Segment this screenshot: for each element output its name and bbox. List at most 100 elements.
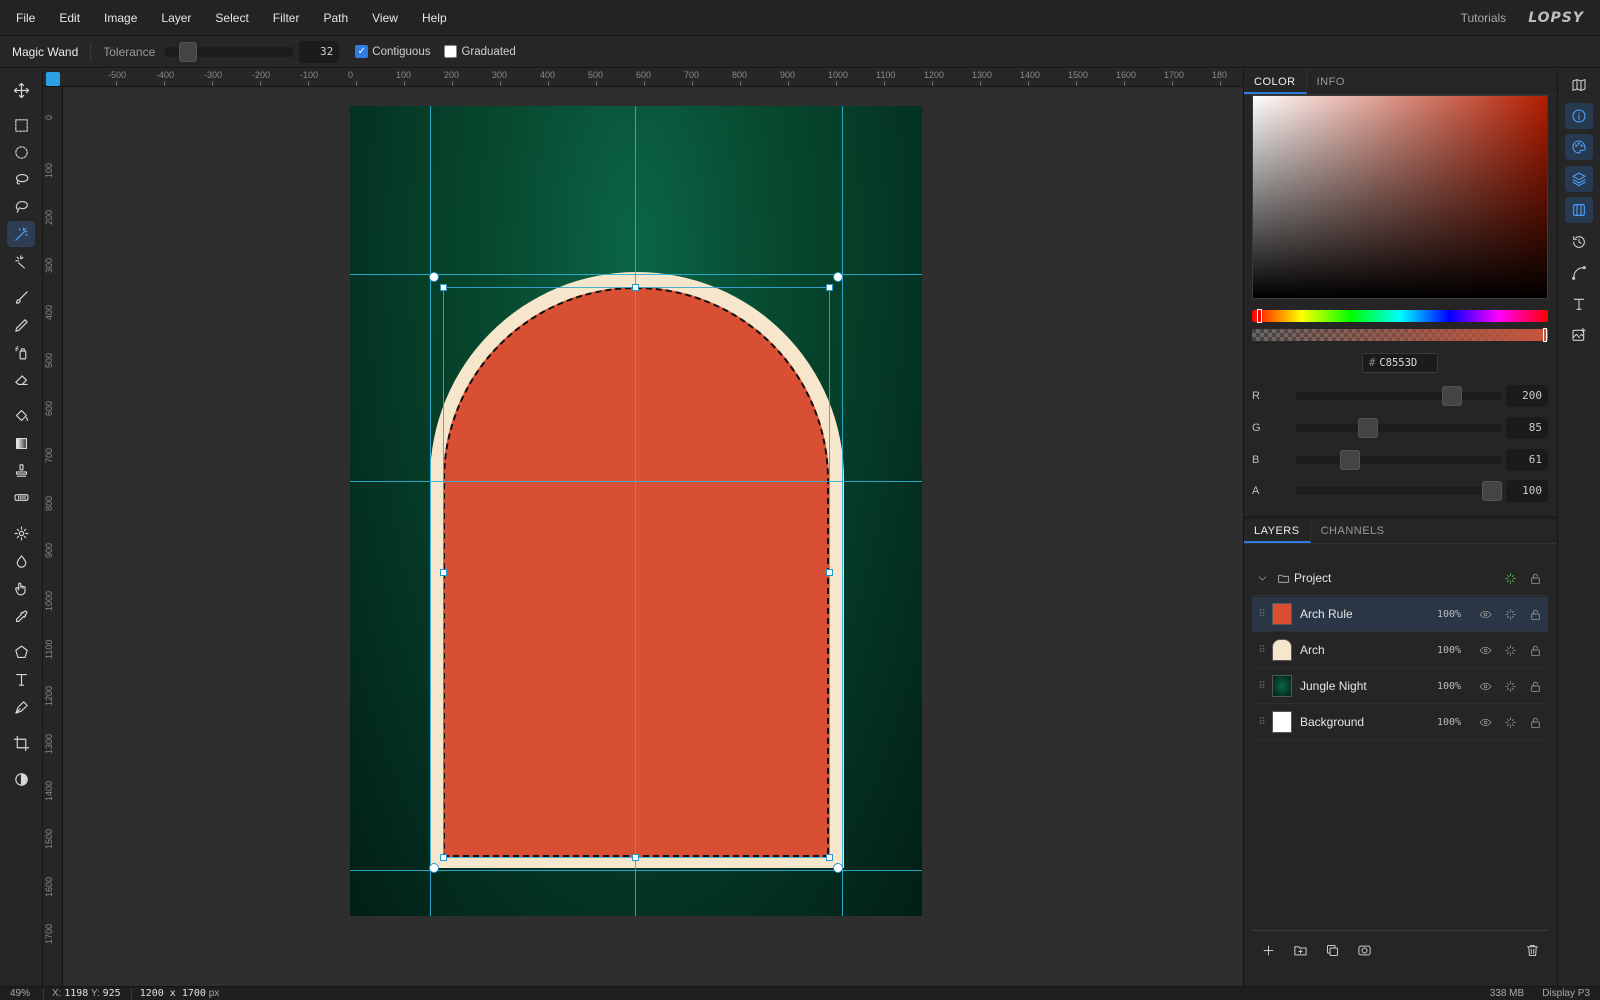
- duplicate-layer-icon[interactable]: [1316, 937, 1348, 965]
- effects-icon[interactable]: [1498, 680, 1523, 693]
- lasso-icon[interactable]: [7, 166, 35, 192]
- saturation-value-picker[interactable]: [1252, 95, 1548, 299]
- fill-icon[interactable]: [7, 402, 35, 428]
- channel-b-thumb[interactable]: [1340, 450, 1360, 470]
- corner-handle[interactable]: [429, 272, 439, 282]
- effects-icon[interactable]: [1498, 716, 1523, 729]
- effects-icon[interactable]: [1498, 572, 1523, 585]
- palette-icon[interactable]: [1565, 134, 1593, 160]
- graduated-checkbox[interactable]: [444, 45, 458, 58]
- info-icon[interactable]: [1565, 103, 1593, 129]
- lock-icon[interactable]: [1523, 680, 1548, 693]
- magnetic-lasso-icon[interactable]: [7, 193, 35, 219]
- document-canvas[interactable]: [350, 106, 922, 916]
- transform-handle[interactable]: [632, 854, 639, 861]
- transform-handle[interactable]: [632, 284, 639, 291]
- eye-icon[interactable]: [1473, 644, 1498, 657]
- tab-color[interactable]: COLOR: [1244, 69, 1307, 94]
- corner-handle[interactable]: [833, 863, 843, 873]
- channel-g-slider[interactable]: [1296, 418, 1502, 438]
- transform-handle[interactable]: [440, 569, 447, 576]
- drag-handle-icon[interactable]: ⠿: [1252, 681, 1272, 692]
- channel-g-input[interactable]: 85: [1506, 417, 1548, 439]
- mask-icon[interactable]: [1348, 937, 1380, 965]
- transform-handle[interactable]: [826, 854, 833, 861]
- effects-icon[interactable]: [1498, 644, 1523, 657]
- drag-handle-icon[interactable]: ⠿: [1252, 645, 1272, 656]
- menu-filter[interactable]: Filter: [261, 11, 312, 25]
- tab-layers[interactable]: LAYERS: [1244, 519, 1311, 543]
- layer-group[interactable]: Project: [1252, 561, 1548, 596]
- new-group-icon[interactable]: [1284, 937, 1316, 965]
- canvas-area[interactable]: [64, 88, 1242, 986]
- chevron-down-icon[interactable]: [1252, 572, 1272, 585]
- lock-icon[interactable]: [1523, 644, 1548, 657]
- columns-icon[interactable]: [1565, 197, 1593, 223]
- channel-a-slider[interactable]: [1296, 481, 1502, 501]
- channel-r-input[interactable]: 200: [1506, 385, 1548, 407]
- contiguous-option[interactable]: ✓ Contiguous: [355, 45, 430, 58]
- ellipse-select-icon[interactable]: [7, 139, 35, 165]
- channel-r-thumb[interactable]: [1442, 386, 1462, 406]
- ruler-corner[interactable]: [46, 72, 60, 86]
- tab-channels[interactable]: CHANNELS: [1311, 519, 1395, 543]
- rect-select-icon[interactable]: [7, 112, 35, 138]
- menu-path[interactable]: Path: [311, 11, 360, 25]
- blur-icon[interactable]: [7, 548, 35, 574]
- channel-r-slider[interactable]: [1296, 386, 1502, 406]
- shape-icon[interactable]: [7, 639, 35, 665]
- menu-image[interactable]: Image: [92, 11, 149, 25]
- layer-row[interactable]: ⠿ Arch 100%: [1252, 633, 1548, 668]
- stamp-icon[interactable]: [7, 457, 35, 483]
- menu-select[interactable]: Select: [203, 11, 260, 25]
- add-layer-icon[interactable]: [1252, 937, 1284, 965]
- menu-file[interactable]: File: [0, 11, 47, 25]
- guide-horizontal[interactable]: [350, 481, 922, 482]
- effects-icon[interactable]: [1498, 608, 1523, 621]
- layer-row[interactable]: ⠿ Background 100%: [1252, 705, 1548, 740]
- hue-slider-thumb[interactable]: [1257, 309, 1262, 323]
- hue-slider[interactable]: [1252, 309, 1548, 323]
- channel-a-input[interactable]: 100: [1506, 480, 1548, 502]
- layer-row[interactable]: ⠿ Arch Rule 100%: [1252, 597, 1548, 632]
- drag-handle-icon[interactable]: ⠿: [1252, 717, 1272, 728]
- transform-handle[interactable]: [440, 284, 447, 291]
- vertical-ruler[interactable]: 0 100 200 300 400 500 600 700 800 900 1000 1100 1200…: [43, 87, 63, 986]
- drag-handle-icon[interactable]: ⠿: [1252, 609, 1272, 620]
- tutorials-link[interactable]: Tutorials: [1461, 11, 1507, 25]
- lock-icon[interactable]: [1523, 608, 1548, 621]
- transform-handle[interactable]: [440, 854, 447, 861]
- lock-icon[interactable]: [1523, 716, 1548, 729]
- trash-icon[interactable]: [1516, 937, 1548, 965]
- guide-vertical[interactable]: [635, 106, 636, 916]
- horizontal-ruler[interactable]: -500 -400 -300 -200 -100 0 100 200 300 400 500 600 7…: [43, 69, 1243, 87]
- menu-view[interactable]: View: [360, 11, 410, 25]
- guide-vertical[interactable]: [842, 106, 843, 916]
- smudge-icon[interactable]: [7, 575, 35, 601]
- contiguous-checkbox[interactable]: ✓: [355, 45, 369, 58]
- crop-icon[interactable]: [7, 730, 35, 756]
- channel-a-thumb[interactable]: [1482, 481, 1502, 501]
- tolerance-slider-thumb[interactable]: [179, 41, 198, 62]
- heal-icon[interactable]: [7, 484, 35, 510]
- guide-vertical[interactable]: [430, 106, 431, 916]
- corner-handle[interactable]: [833, 272, 843, 282]
- layer-row[interactable]: ⠿ Jungle Night 100%: [1252, 669, 1548, 704]
- contrast-icon[interactable]: [7, 766, 35, 792]
- channel-b-slider[interactable]: [1296, 450, 1502, 470]
- pen-icon[interactable]: [7, 694, 35, 720]
- brush-icon[interactable]: [7, 284, 35, 310]
- map-icon[interactable]: [1565, 72, 1593, 98]
- transform-handle[interactable]: [826, 569, 833, 576]
- eyedropper-icon[interactable]: [7, 603, 35, 629]
- layers-icon[interactable]: [1565, 166, 1593, 192]
- lock-icon[interactable]: [1523, 572, 1548, 585]
- gradient-icon[interactable]: [7, 430, 35, 456]
- tolerance-slider[interactable]: [165, 41, 294, 62]
- quick-select-icon[interactable]: [7, 248, 35, 274]
- tab-info[interactable]: INFO: [1307, 69, 1355, 94]
- eye-icon[interactable]: [1473, 680, 1498, 693]
- text-icon[interactable]: [7, 666, 35, 692]
- dodge-icon[interactable]: [7, 520, 35, 546]
- graduated-option[interactable]: Graduated: [444, 45, 516, 58]
